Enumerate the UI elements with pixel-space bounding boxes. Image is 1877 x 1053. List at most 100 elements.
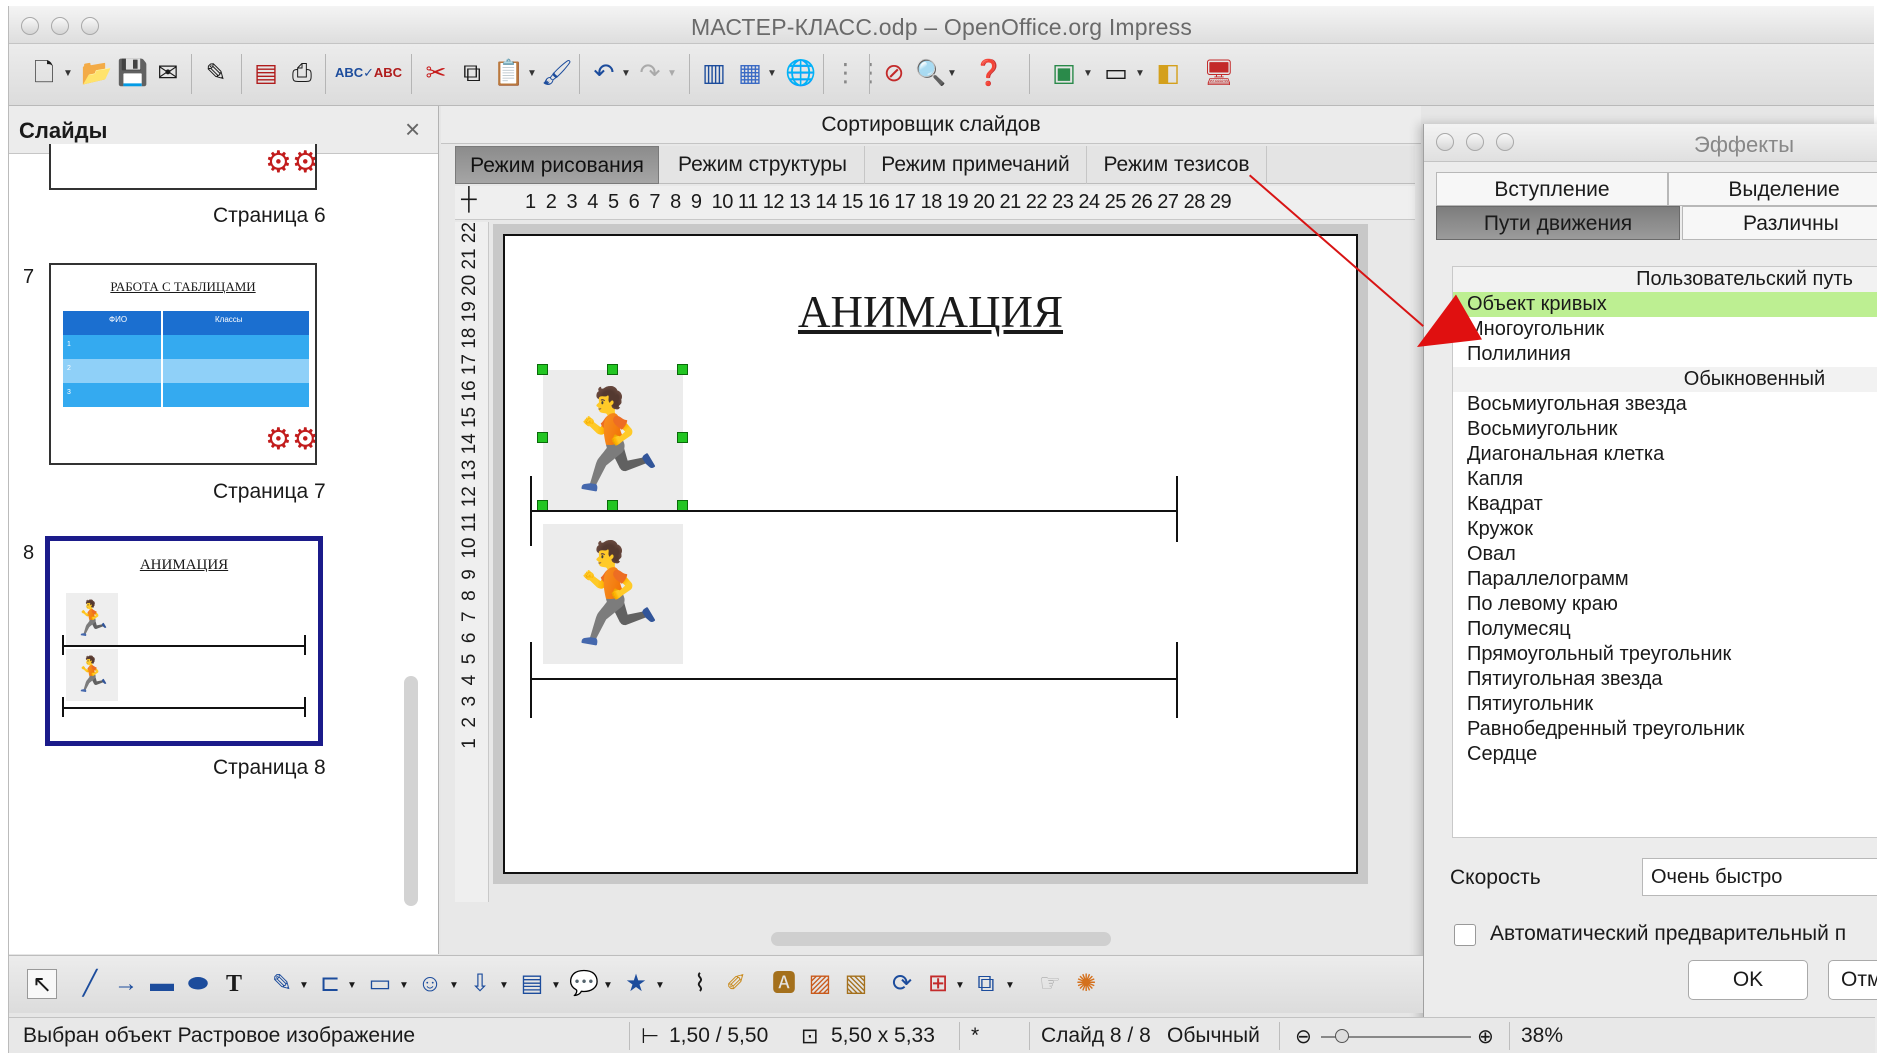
list-item[interactable]: Объект кривых	[1453, 292, 1877, 317]
email-icon[interactable]: ✉	[153, 58, 183, 88]
tab-handout[interactable]: Режим тезисов	[1087, 146, 1267, 184]
rectangle-icon[interactable]: ▬	[147, 969, 177, 999]
zoom-dialog-button[interactable]	[1496, 133, 1514, 151]
list-item[interactable]: Восьмиугольник	[1453, 417, 1877, 442]
fontwork-icon[interactable]: 🅰	[769, 969, 799, 999]
autospell-icon[interactable]: ABC	[373, 58, 403, 88]
ellipse-icon[interactable]: ⬬	[183, 969, 213, 999]
selection-handle[interactable]	[537, 364, 548, 375]
tab-outline[interactable]: Режим структуры	[661, 146, 865, 184]
selection-handle[interactable]	[607, 364, 618, 375]
zoom-slider-knob[interactable]	[1335, 1029, 1349, 1043]
cut-icon[interactable]: ✂	[421, 58, 451, 88]
open-icon[interactable]: 📂	[81, 58, 112, 88]
globe-icon[interactable]: 🌐	[785, 58, 816, 88]
effects-list[interactable]: Пользовательский путь Объект кривых Мног…	[1452, 266, 1877, 838]
zoom-level[interactable]: 38%	[1521, 1024, 1563, 1048]
ok-button[interactable]: OK	[1688, 960, 1808, 1000]
help-icon[interactable]: ❓	[973, 58, 1004, 88]
extrusion-icon[interactable]: ☞	[1035, 969, 1065, 999]
rotate-icon[interactable]: ⟳	[887, 969, 917, 999]
list-item[interactable]: Равнобедренный треугольник	[1453, 717, 1877, 742]
minimize-dialog-button[interactable]	[1466, 133, 1484, 151]
save-icon[interactable]: 💾	[117, 58, 148, 88]
selection-handle[interactable]	[677, 432, 688, 443]
chart-icon[interactable]: ▥	[699, 58, 729, 88]
select-arrow-icon[interactable]: ↖	[27, 969, 57, 999]
navigator-icon[interactable]: ⊘	[879, 58, 909, 88]
close-icon[interactable]: ×	[405, 114, 420, 145]
format-paintbrush-icon[interactable]: 🖌	[541, 58, 573, 88]
slide-thumbnail-7[interactable]: РАБОТА С ТАБЛИЦАМИ ФИО Классы 1 2 3 ⚙⚙	[49, 263, 317, 465]
spellcheck-icon[interactable]: ABC✓	[335, 58, 374, 88]
list-item[interactable]: Полумесяц	[1453, 617, 1877, 642]
tab-emphasis[interactable]: Выделение	[1668, 172, 1877, 206]
horizontal-scrollbar[interactable]	[771, 932, 1111, 946]
list-item[interactable]: Пятиугольная звезда	[1453, 667, 1877, 692]
flowchart-icon[interactable]: ▤	[517, 969, 547, 999]
list-item[interactable]: Параллелограмм	[1453, 567, 1877, 592]
selection-handle[interactable]	[677, 364, 688, 375]
undo-icon[interactable]: ↶	[589, 58, 619, 88]
paste-icon[interactable]: 📋	[493, 58, 524, 88]
print-icon[interactable]: ⎙	[287, 58, 317, 88]
slide-thumbnail-8[interactable]: АНИМАЦИЯ 🏃 🏃	[45, 536, 323, 746]
symbol-shapes-icon[interactable]: ☺	[415, 969, 445, 999]
pdf-icon[interactable]: ▤	[251, 58, 281, 88]
tab-stop-icon[interactable]: ┼	[461, 186, 477, 212]
zoom-in-icon[interactable]: ⊕	[1477, 1024, 1494, 1049]
arrange-icon[interactable]: ⧉	[971, 969, 1001, 999]
list-item[interactable]: Сердце	[1453, 742, 1877, 767]
tab-drawing[interactable]: Режим рисования	[455, 146, 659, 184]
from-file-icon[interactable]: ▨	[805, 969, 835, 999]
selection-handle[interactable]	[537, 432, 548, 443]
basic-shapes-icon[interactable]: ▭	[365, 969, 395, 999]
speed-select[interactable]: Очень быстро	[1642, 858, 1877, 896]
display-icon[interactable]: ◧	[1153, 58, 1183, 88]
edit-icon[interactable]: ✎	[201, 58, 231, 88]
runner-image[interactable]: 🏃	[543, 524, 683, 664]
effects-icon[interactable]: ✺	[1071, 969, 1101, 999]
text-icon[interactable]: T	[219, 969, 249, 999]
curve-icon[interactable]: ✎	[267, 969, 297, 999]
list-item[interactable]: Овал	[1453, 542, 1877, 567]
runner-image[interactable]: 🏃	[543, 370, 683, 510]
slide-design-icon[interactable]: ▭	[1101, 58, 1131, 88]
list-item[interactable]: Капля	[1453, 467, 1877, 492]
list-item[interactable]: Пятиугольник	[1453, 692, 1877, 717]
track-line[interactable]	[530, 510, 1178, 512]
block-arrows-icon[interactable]: ⇩	[465, 969, 495, 999]
list-item[interactable]: Диагональная клетка	[1453, 442, 1877, 467]
list-item[interactable]: По левому краю	[1453, 592, 1877, 617]
gallery-icon[interactable]: ▧	[841, 969, 871, 999]
list-item[interactable]: Квадрат	[1453, 492, 1877, 517]
close-dialog-button[interactable]	[1436, 133, 1454, 151]
redo-icon[interactable]: ↷	[635, 58, 665, 88]
grid-icon[interactable]: ⋮⋮	[833, 58, 883, 88]
list-item[interactable]: Прямоугольный треугольник	[1453, 642, 1877, 667]
track-line[interactable]	[530, 678, 1178, 680]
slides-scrollbar[interactable]	[404, 676, 418, 906]
list-item[interactable]: Полилиния	[1453, 342, 1877, 367]
slide-canvas[interactable]: АНИМАЦИЯ 🏃 🏃	[503, 234, 1358, 874]
arrow-line-icon[interactable]: →	[111, 969, 141, 999]
zoom-out-icon[interactable]: ⊖	[1295, 1024, 1312, 1049]
tab-motion-paths[interactable]: Пути движения	[1436, 206, 1680, 240]
zoom-icon[interactable]: 🔍	[915, 58, 946, 88]
list-item[interactable]: Восьмиугольная звезда	[1453, 392, 1877, 417]
new-icon[interactable]: 🗋	[29, 58, 59, 88]
tab-entrance[interactable]: Вступление	[1436, 172, 1668, 206]
cancel-button[interactable]: Отме	[1828, 960, 1877, 1000]
glue-points-icon[interactable]: ✐	[721, 969, 751, 999]
slide-layout-icon[interactable]: ▣	[1049, 58, 1079, 88]
copy-icon[interactable]: ⧉	[457, 58, 487, 88]
list-item[interactable]: Многоугольник	[1453, 317, 1877, 342]
auto-preview-checkbox[interactable]	[1454, 924, 1476, 946]
points-icon[interactable]: ⌇	[685, 969, 715, 999]
stars-icon[interactable]: ★	[621, 969, 651, 999]
line-icon[interactable]: ╱	[75, 969, 105, 999]
align-icon[interactable]: ⊞	[923, 969, 953, 999]
slide-thumbnail-6[interactable]: ⚙⚙	[49, 144, 317, 190]
tab-misc[interactable]: Различны	[1682, 206, 1877, 240]
list-item[interactable]: Кружок	[1453, 517, 1877, 542]
